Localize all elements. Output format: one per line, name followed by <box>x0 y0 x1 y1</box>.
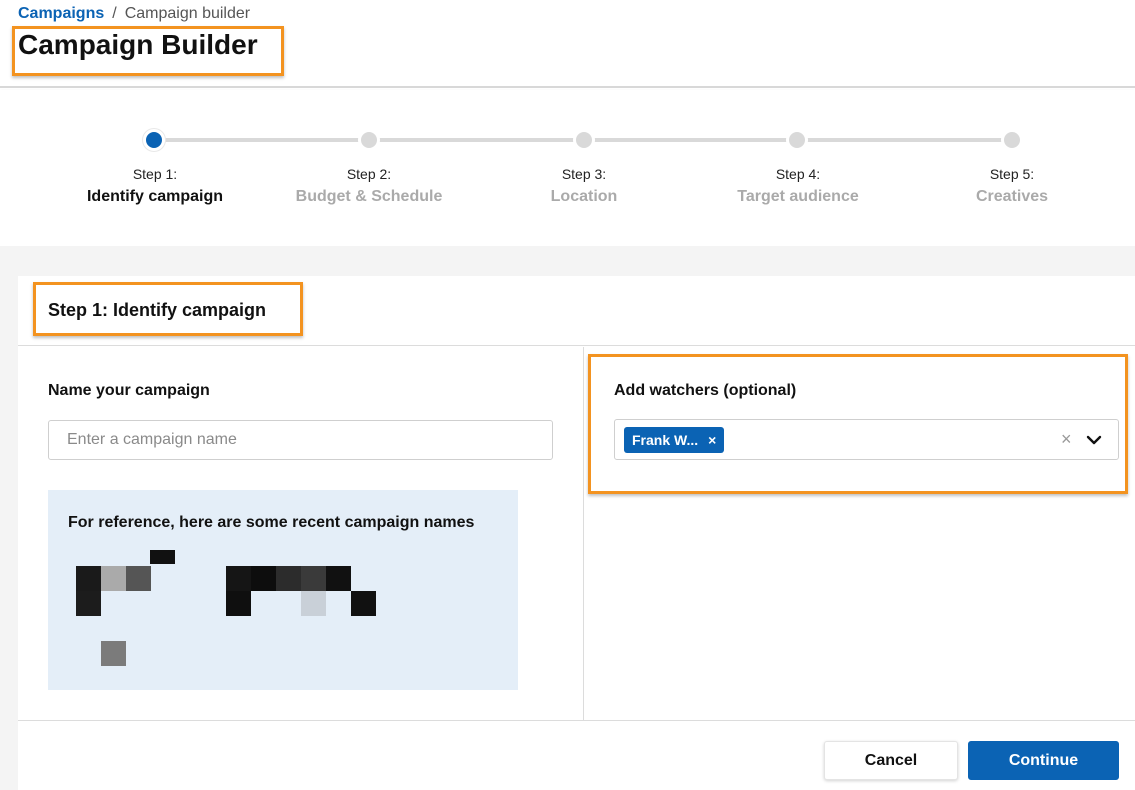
step-3-number: Step 3: <box>561 166 607 182</box>
step-4-number: Step 4: <box>775 166 821 182</box>
breadcrumb-current: Campaign builder <box>124 5 251 22</box>
chevron-down-icon[interactable] <box>1084 430 1104 450</box>
footer-divider <box>18 720 1135 721</box>
watchers-select[interactable]: Frank W... × × <box>614 419 1119 460</box>
continue-button[interactable]: Continue <box>968 741 1119 780</box>
step-5-number: Step 5: <box>989 166 1035 182</box>
step-2-dot[interactable] <box>358 129 380 151</box>
step-4[interactable]: Step 4: Target audience <box>698 166 898 206</box>
watchers-label: Add watchers (optional) <box>614 382 797 399</box>
step-4-dot[interactable] <box>786 129 808 151</box>
recent-campaigns-box: For reference, here are some recent camp… <box>48 490 518 690</box>
clear-icon[interactable]: × <box>1061 430 1072 448</box>
step-5-name: Creatives <box>975 188 1049 205</box>
step-2[interactable]: Step 2: Budget & Schedule <box>269 166 469 206</box>
breadcrumb-campaigns-link[interactable]: Campaigns <box>18 5 104 23</box>
breadcrumb-separator: / <box>112 5 117 22</box>
stepper: Step 1: Identify campaign Step 2: Budget… <box>0 90 1135 246</box>
step-card: Step 1: Identify campaign Name your camp… <box>18 276 1135 790</box>
card-header: Step 1: Identify campaign <box>18 276 1135 346</box>
breadcrumb: Campaigns / Campaign builder <box>18 5 250 23</box>
campaign-name-input[interactable] <box>48 420 553 460</box>
step-1-name: Identify campaign <box>86 188 224 205</box>
step-2-name: Budget & Schedule <box>295 188 443 205</box>
step-3-dot[interactable] <box>573 129 595 151</box>
step-4-name: Target audience <box>737 188 859 205</box>
page-header: Campaigns / Campaign builder Campaign Bu… <box>0 0 1135 88</box>
step-3[interactable]: Step 3: Location <box>484 166 684 206</box>
step-1-dot[interactable] <box>143 129 165 151</box>
step-5-dot[interactable] <box>1001 129 1023 151</box>
step-1[interactable]: Step 1: Identify campaign <box>55 166 255 206</box>
cancel-button[interactable]: Cancel <box>824 741 958 780</box>
step-3-name: Location <box>550 188 618 205</box>
recent-campaigns-title: For reference, here are some recent camp… <box>68 514 475 531</box>
watcher-tag-label: Frank W... <box>632 432 699 448</box>
column-divider <box>583 347 584 720</box>
step-1-number: Step 1: <box>132 166 178 182</box>
title-highlight-box <box>12 26 284 76</box>
step-2-number: Step 2: <box>346 166 392 182</box>
step-title-highlight-box <box>33 282 303 336</box>
step-5[interactable]: Step 5: Creatives <box>912 166 1112 206</box>
campaign-name-label: Name your campaign <box>48 382 210 399</box>
remove-tag-icon[interactable]: × <box>708 432 716 448</box>
watcher-tag: Frank W... × <box>624 427 725 453</box>
